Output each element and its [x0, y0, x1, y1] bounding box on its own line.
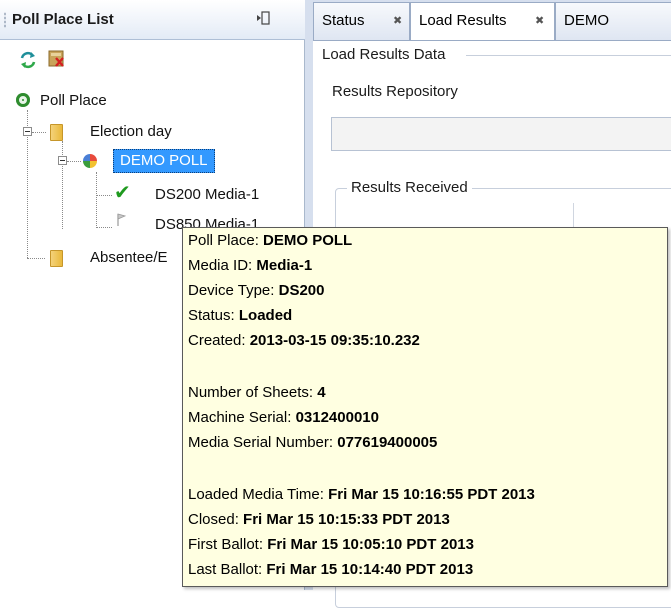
tree-item-demo-poll[interactable]: DEMO POLL — [113, 149, 215, 173]
tree-line — [62, 141, 63, 229]
tree-line — [67, 161, 81, 162]
tree-line — [96, 172, 97, 228]
tooltip-last-ballot: Last Ballot: Fri Mar 15 10:14:40 PDT 201… — [188, 561, 474, 578]
tooltip-number-of-sheets: Number of Sheets: 4 — [188, 384, 326, 401]
tooltip-device-type: Device Type: DS200 — [188, 282, 325, 299]
tree-line — [32, 132, 46, 133]
panel-title: Poll Place List — [12, 11, 114, 28]
tab-demo[interactable]: DEMO — [555, 2, 671, 40]
poll-place-icon — [16, 93, 30, 107]
tree-item-poll-place[interactable]: Poll Place — [40, 92, 107, 109]
tab-status[interactable]: Status ✖ — [313, 2, 410, 40]
close-icon[interactable]: ✖ — [535, 3, 544, 39]
tree-line — [27, 258, 45, 259]
tooltip-loaded-media-time: Loaded Media Time: Fri Mar 15 10:16:55 P… — [188, 486, 535, 503]
tab-label: DEMO — [564, 12, 609, 29]
tree-line — [96, 195, 112, 196]
tooltip-first-ballot: First Ballot: Fri Mar 15 10:05:10 PDT 20… — [188, 536, 474, 553]
tab-label: Status — [322, 12, 365, 29]
check-icon: ✔ — [114, 182, 131, 204]
tooltip-closed: Closed: Fri Mar 15 10:15:33 PDT 2013 — [188, 511, 450, 528]
tooltip-created: Created: 2013-03-15 09:35:10.232 — [188, 332, 420, 349]
results-repository-label: Results Repository — [332, 83, 458, 100]
results-repository-field[interactable] — [331, 117, 671, 151]
flag-icon — [117, 213, 127, 227]
divider — [466, 55, 671, 56]
collapse-demo-poll-icon[interactable] — [58, 156, 67, 165]
folder-icon — [50, 124, 63, 141]
close-icon[interactable]: ✖ — [393, 3, 402, 39]
tooltip-poll-place: Poll Place: DEMO POLL — [188, 232, 353, 249]
grip-handle-icon[interactable] — [4, 12, 6, 28]
tree-line — [96, 227, 112, 228]
tooltip-status: Status: Loaded — [188, 307, 293, 324]
collapse-election-day-icon[interactable] — [23, 127, 32, 136]
tooltip-media-id: Media ID: Media-1 — [188, 257, 313, 274]
tooltip-machine-serial: Machine Serial: 0312400010 — [188, 409, 379, 426]
tab-strip: Status ✖ Load Results ✖ DEMO — [313, 0, 671, 41]
tree-item-absentee[interactable]: Absentee/E — [90, 249, 168, 266]
poll-chart-icon — [83, 154, 97, 168]
media-info-tooltip: Poll Place: DEMO POLL Media ID: Media-1 … — [182, 227, 668, 587]
delete-icon[interactable] — [47, 49, 67, 69]
tab-load-results[interactable]: Load Results ✖ — [410, 2, 555, 41]
minimize-panel-icon[interactable] — [255, 11, 271, 27]
tooltip-media-serial: Media Serial Number: 077619400005 — [188, 434, 438, 451]
panel-header: Poll Place List — [0, 0, 305, 40]
panel-toolbar — [0, 42, 305, 76]
section-title: Load Results Data — [322, 46, 446, 63]
tree-item-election-day[interactable]: Election day — [90, 123, 172, 140]
folder-icon — [50, 250, 63, 267]
tab-label: Load Results — [419, 12, 507, 29]
refresh-icon[interactable] — [18, 50, 38, 70]
tree-item-ds200-media[interactable]: DS200 Media-1 — [155, 186, 259, 203]
results-received-label: Results Received — [347, 179, 472, 196]
